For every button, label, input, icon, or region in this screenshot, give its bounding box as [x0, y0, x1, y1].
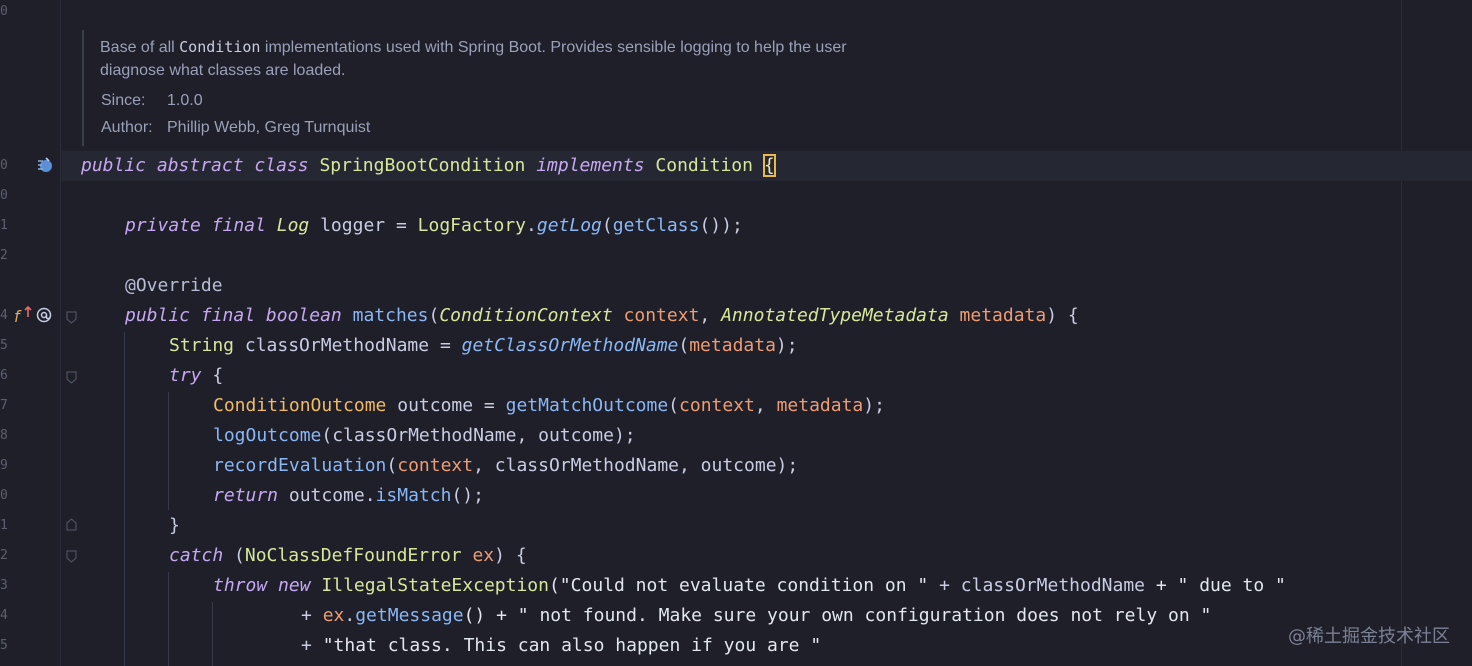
code-line-catch[interactable]: catch (NoClassDefFoundError ex) { — [169, 541, 527, 571]
line-number: 8 — [0, 428, 8, 443]
code-line-outcome[interactable]: ConditionOutcome outcome = getMatchOutco… — [213, 391, 885, 421]
watermark: @稀土掘金技术社区 — [1288, 626, 1450, 647]
code-line-logger-field[interactable]: private final Log logger = LogFactory.ge… — [125, 211, 743, 241]
line-number: 5 — [0, 638, 8, 653]
code-line-throw-cont-1[interactable]: + ex.getMessage() + " not found. Make su… — [301, 601, 1211, 631]
doc-description-line-1: Base of all Condition implementations us… — [100, 38, 847, 56]
line-number: 7 — [0, 398, 8, 413]
code-line-log-outcome[interactable]: logOutcome(classOrMethodName, outcome); — [213, 421, 636, 451]
doc-code-condition[interactable]: Condition — [179, 38, 260, 56]
override-method-icon[interactable]: f — [14, 305, 34, 332]
code-line-throw[interactable]: throw new IllegalStateException("Could n… — [213, 571, 1286, 601]
line-number: 4 — [0, 308, 8, 323]
code-line-close-try[interactable]: } — [169, 511, 180, 541]
code-line-return[interactable]: return outcome.isMatch(); — [213, 481, 484, 511]
right-margin-guide — [1401, 0, 1402, 666]
line-number: 6 — [0, 368, 8, 383]
annotation-at-icon[interactable] — [35, 304, 53, 329]
code-line-string-var[interactable]: String classOrMethodName = getClassOrMet… — [169, 331, 798, 361]
fold-marker[interactable] — [66, 550, 77, 563]
indent-guide — [212, 602, 213, 666]
line-number: 5 — [0, 338, 8, 353]
indent-guide — [168, 392, 169, 510]
indent-guide — [124, 332, 125, 666]
line-number: 0 — [0, 4, 8, 19]
code-line-matches-signature[interactable]: public final boolean matches(ConditionCo… — [125, 301, 1079, 331]
line-number: 0 — [0, 188, 8, 203]
doc-author-value: Phillip Webb, Greg Turnquist — [167, 119, 371, 136]
fold-marker[interactable] — [66, 371, 77, 384]
doc-since-value: 1.0.0 — [167, 92, 203, 109]
line-number: 3 — [0, 578, 8, 593]
line-number: 2 — [0, 248, 8, 263]
editor-gutter — [0, 0, 62, 666]
matching-brace: { — [762, 154, 776, 177]
indent-guide — [168, 572, 169, 666]
code-line-throw-cont-2[interactable]: + "that class. This can also happen if y… — [301, 631, 821, 661]
line-number: 0 — [0, 488, 8, 503]
fold-marker[interactable] — [66, 518, 77, 531]
code-line-try[interactable]: try { — [169, 361, 223, 391]
line-number: 2 — [0, 548, 8, 563]
doc-since-label: Since: — [101, 92, 146, 109]
code-line-class-declaration[interactable]: public abstract class SpringBootConditio… — [81, 151, 776, 181]
line-number: 1 — [0, 218, 8, 233]
line-number: 4 — [0, 608, 8, 623]
line-number: 1 — [0, 518, 8, 533]
gutter-divider — [60, 0, 61, 666]
line-number: 0 — [0, 158, 8, 173]
doc-description-line-2: diagnose what classes are loaded. — [100, 62, 346, 79]
line-number: 9 — [0, 458, 8, 473]
fold-marker[interactable] — [66, 311, 77, 324]
code-line-record-evaluation[interactable]: recordEvaluation(context, classOrMethodN… — [213, 451, 798, 481]
javadoc-popup: Base of all Condition implementations us… — [82, 30, 984, 146]
spring-bean-icon[interactable] — [35, 155, 55, 180]
doc-author-label: Author: — [101, 119, 153, 136]
code-line-annotation[interactable]: @Override — [125, 271, 223, 301]
svg-text:f: f — [14, 307, 22, 326]
